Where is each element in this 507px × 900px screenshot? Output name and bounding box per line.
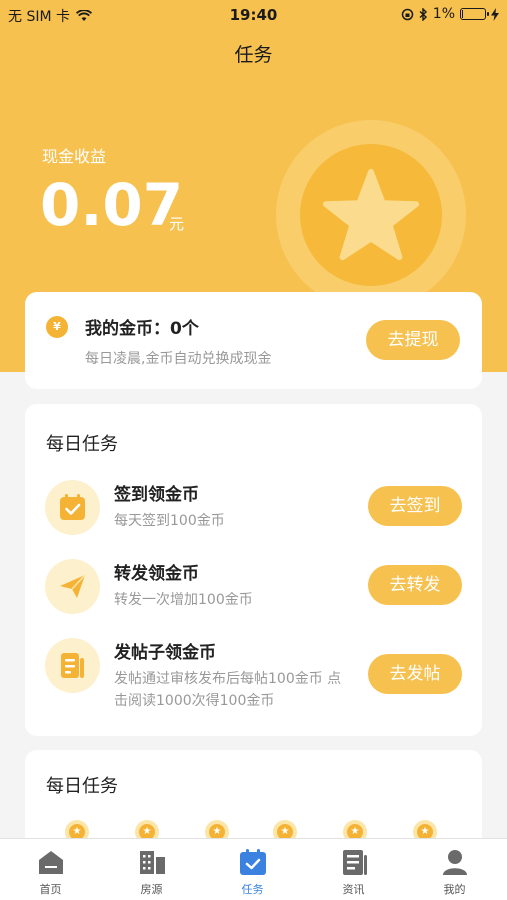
tab-label: 任务: [241, 883, 264, 896]
tab-home[interactable]: 首页: [0, 839, 101, 900]
task-subtitle: 发帖通过审核发布后每帖100金币 点击阅读1000次得100金币: [114, 671, 342, 709]
task-title: 发帖子领金币: [114, 643, 216, 663]
tab-label: 资讯: [342, 883, 365, 896]
user-icon: [443, 850, 467, 875]
task-item-checkin: 签到领金币 每天签到100金币 去签到: [25, 480, 482, 560]
calendar-task-icon: [240, 849, 266, 875]
tab-label: 首页: [39, 883, 62, 896]
status-right: 1%: [401, 6, 499, 22]
battery-icon: [460, 8, 489, 20]
task-item-post: 发帖子领金币 发帖通过审核发布后每帖100金币 点击阅读1000次得100金币 …: [25, 638, 482, 718]
earnings-value: 0.07: [40, 171, 184, 239]
checkin-button[interactable]: 去签到: [368, 486, 462, 526]
tab-label: 我的: [443, 883, 466, 896]
home-icon: [39, 851, 63, 874]
task-item-share: 转发领金币 转发一次增加100金币 去转发: [25, 559, 482, 639]
daily-tasks-card: 每日任务 签到领金币 每天签到100金币 去签到 转发领金币 转发一次增加100…: [25, 404, 482, 736]
task-subtitle: 每天签到100金币: [114, 513, 225, 529]
charging-bolt-icon: [491, 7, 499, 21]
status-bar: 无 SIM 卡 19:40 1%: [0, 0, 507, 30]
tab-news[interactable]: 资讯: [303, 839, 404, 900]
buildings-icon: [140, 851, 165, 874]
tab-label: 房源: [140, 883, 163, 896]
my-coins-title: 我的金币：0个: [85, 319, 199, 339]
bluetooth-icon: [419, 7, 427, 21]
post-button[interactable]: 去发帖: [368, 654, 462, 694]
tab-bar: 首页 房源 任务 资讯 我的: [0, 838, 507, 900]
task-title: 转发领金币: [114, 564, 199, 584]
document-icon: [45, 638, 100, 693]
tab-tasks[interactable]: 任务: [202, 839, 303, 900]
tab-profile[interactable]: 我的: [404, 839, 505, 900]
paper-plane-icon: [45, 559, 100, 614]
news-icon: [343, 850, 367, 875]
my-coins-card: ¥ 我的金币：0个 每日凌晨,金币自动兑换成现金 去提现: [25, 292, 482, 389]
battery-percent: 1%: [432, 6, 455, 22]
orientation-lock-icon: [401, 8, 414, 20]
star-icon: [322, 168, 420, 261]
earnings-label: 现金收益: [42, 147, 107, 166]
task-subtitle: 转发一次增加100金币: [114, 592, 253, 608]
earnings-unit: 元: [169, 215, 185, 233]
my-coins-subtitle: 每日凌晨,金币自动兑换成现金: [85, 351, 272, 367]
coin-yen-icon: ¥: [46, 316, 68, 338]
task-title: 签到领金币: [114, 485, 199, 505]
withdraw-button[interactable]: 去提现: [366, 320, 460, 360]
share-button[interactable]: 去转发: [368, 565, 462, 605]
tab-listings[interactable]: 房源: [101, 839, 202, 900]
page-title: 任务: [234, 44, 273, 66]
daily-tasks-title-2: 每日任务: [46, 776, 118, 797]
daily-tasks-title: 每日任务: [46, 434, 118, 455]
calendar-check-icon: [45, 480, 100, 535]
battery-level: [462, 10, 463, 18]
